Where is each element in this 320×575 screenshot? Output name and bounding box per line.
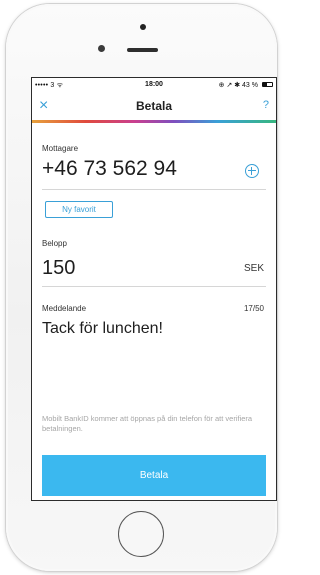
app-screen: ••••• 3 ᯤ 18:00 ⊕ ↗ ✱ 43 % × Betala ? Mo…: [32, 78, 276, 500]
status-icons: ⊕ ↗ ✱ 43 %: [218, 82, 258, 89]
amount-divider: [42, 286, 266, 287]
help-button[interactable]: ?: [263, 99, 269, 111]
front-camera: [98, 45, 105, 52]
currency-label: SEK: [243, 263, 264, 274]
status-bar: ••••• 3 ᯤ 18:00 ⊕ ↗ ✱ 43 %: [32, 78, 276, 92]
battery-icon: [262, 82, 273, 87]
recipient-label: Mottagare: [42, 144, 79, 153]
earpiece-speaker: [127, 48, 158, 52]
recipient-input[interactable]: +46 73 562 94: [42, 157, 177, 181]
brand-gradient-bar: [32, 120, 276, 123]
navigation-bar: × Betala ?: [32, 92, 276, 120]
message-counter: 17/50: [243, 304, 264, 313]
new-favorite-button[interactable]: Ny favorit: [45, 201, 113, 218]
message-label: Meddelande: [42, 304, 87, 313]
proximity-sensor: [140, 24, 146, 30]
amount-input[interactable]: 150: [42, 257, 75, 280]
amount-label: Belopp: [42, 239, 67, 248]
bankid-info-text: Mobilt BankID kommer att öppnas på din t…: [42, 414, 253, 433]
plus-circle-icon[interactable]: [245, 164, 259, 178]
home-button[interactable]: [118, 511, 164, 557]
message-input[interactable]: Tack för lunchen!: [42, 320, 163, 338]
pay-button[interactable]: Betala: [42, 455, 266, 496]
phone-frame: ••••• 3 ᯤ 18:00 ⊕ ↗ ✱ 43 % × Betala ? Mo…: [6, 4, 277, 571]
recipient-divider: [42, 189, 266, 190]
page-title: Betala: [135, 99, 173, 113]
